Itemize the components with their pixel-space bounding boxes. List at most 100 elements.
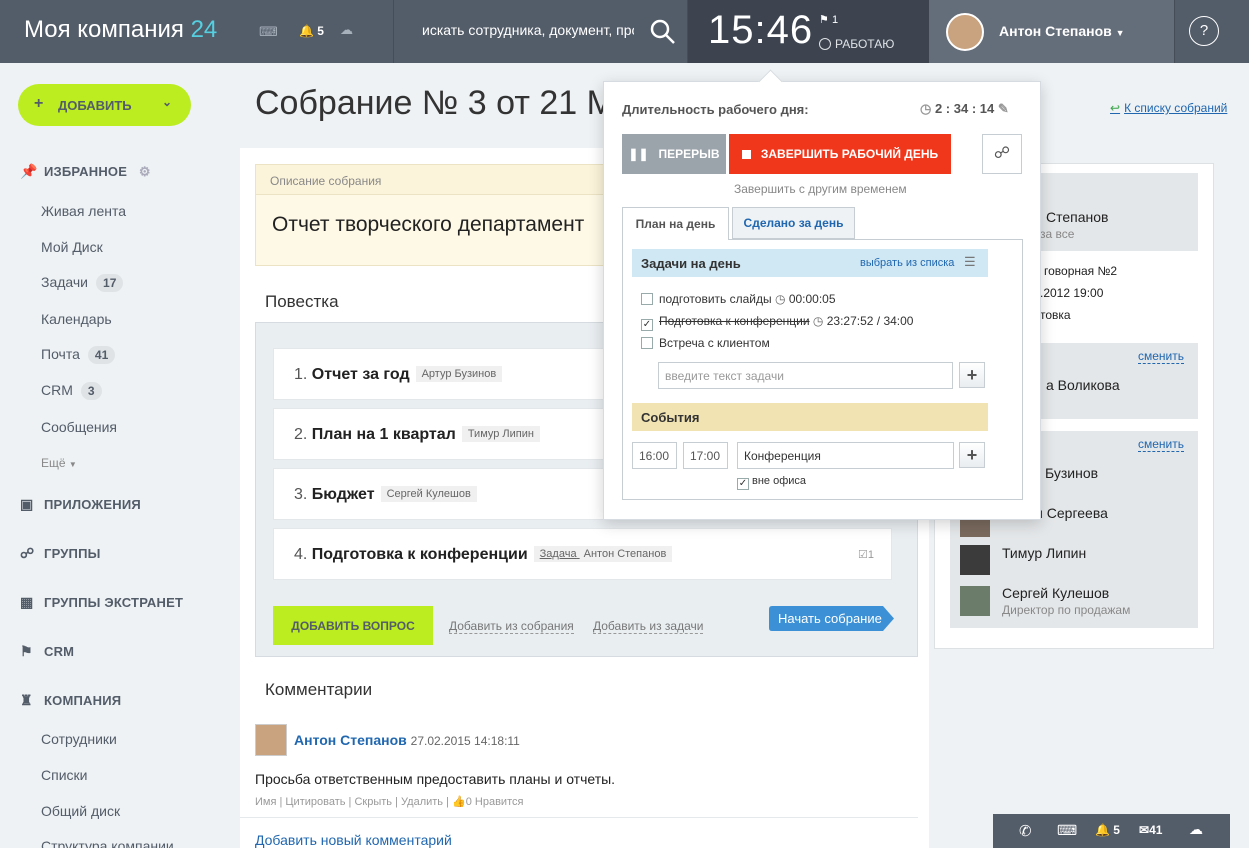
share-button[interactable]: ☍	[982, 134, 1022, 174]
notifications-button[interactable]: 🔔 5	[299, 24, 324, 38]
company-logo[interactable]: Моя компания 24	[24, 16, 217, 44]
cloud-icon[interactable]: ☁	[1189, 821, 1203, 838]
task-item[interactable]: Встреча с клиентом	[641, 336, 770, 350]
delete-link[interactable]: Удалить	[401, 796, 443, 808]
back-to-list-link[interactable]: ↩ К списку собраний	[1110, 101, 1227, 115]
avatar	[946, 13, 984, 51]
add-question-button[interactable]: ДОБАВИТЬ ВОПРОС	[273, 606, 433, 645]
phone-icon[interactable]: ✆	[1019, 822, 1032, 840]
favorites-label: ИЗБРАННОЕ	[44, 164, 128, 179]
help-button[interactable]: ?	[1174, 0, 1249, 63]
tasks-header: Задачи на день выбрать из списка ☰	[632, 249, 988, 277]
section-label: CRM	[44, 644, 75, 659]
flag-counter: ⚑ 1	[819, 13, 838, 26]
sidebar-item-feed[interactable]: Живая лента	[41, 203, 126, 219]
finish-day-button[interactable]: ЗАВЕРШИТЬ РАБОЧИЙ ДЕНЬ	[729, 134, 951, 174]
quote-link[interactable]: Цитировать	[285, 796, 345, 808]
time-manager[interactable]: 15:46 ⚑ 1 РАБОТАЮ	[688, 0, 929, 63]
meeting-place: говорная №2	[1044, 264, 1118, 278]
add-task-button[interactable]: +	[959, 362, 985, 388]
sidebar-item-lists[interactable]: Списки	[41, 767, 87, 783]
responsible-tag: Сергей Кулешов	[380, 486, 477, 502]
tab-done[interactable]: Сделано за день	[732, 207, 855, 239]
search-input[interactable]: искать сотрудника, документ, прочее...	[422, 22, 634, 38]
description-text: Отчет творческого департамент	[272, 213, 585, 236]
out-of-office-checkbox[interactable]: ✓	[737, 478, 749, 490]
event-name-input[interactable]: Конференция	[737, 442, 954, 469]
pencil-icon[interactable]: ✎	[998, 101, 1009, 116]
member-name[interactable]: Сергей Кулешов	[1002, 585, 1109, 601]
section-company[interactable]: ♜ КОМПАНИЯ	[20, 692, 121, 709]
user-menu[interactable]: Антон Степанов ▼	[929, 0, 1174, 63]
agenda-item[interactable]: 4. Подготовка к конференции Задача Антон …	[273, 528, 892, 580]
sidebar-item-label: Списки	[41, 767, 88, 783]
divider	[240, 817, 918, 818]
sidebar-item-disk[interactable]: Мой Диск	[41, 239, 103, 255]
plus-icon: +	[34, 95, 44, 112]
add-from-task-link[interactable]: Добавить из задачи	[593, 619, 704, 634]
section-crm[interactable]: ⚑ CRM	[20, 643, 74, 660]
chat-icon[interactable]: ⌨	[1057, 822, 1077, 839]
task-link[interactable]: Задача	[540, 548, 577, 560]
task-checkbox[interactable]	[641, 293, 653, 305]
member-name[interactable]: Бузинов	[1045, 465, 1098, 481]
favorites-section[interactable]: 📌 ИЗБРАННОЕ ⚙	[20, 163, 151, 180]
sidebar-item-structure[interactable]: Структура компании	[41, 838, 174, 848]
event-end-input[interactable]: 17:00	[683, 442, 728, 469]
event-start-input[interactable]: 16:00	[632, 442, 677, 469]
sidebar-item-calendar[interactable]: Календарь	[41, 311, 112, 327]
tab-plan[interactable]: План на день	[622, 207, 729, 240]
gear-icon[interactable]: ⚙	[139, 164, 151, 179]
stop-icon	[741, 149, 751, 159]
add-from-meeting-link[interactable]: Добавить из собрания	[449, 619, 574, 634]
sidebar-item-tasks[interactable]: Задачи 17	[41, 274, 124, 292]
start-meeting-label: Начать собрание	[778, 611, 882, 626]
stop-icon	[819, 38, 831, 50]
sidebar-item-crm[interactable]: CRM 3	[41, 382, 102, 400]
finish-other-link[interactable]: Завершить с другим временем	[734, 182, 907, 196]
task-item[interactable]: подготовить слайды ◷ 00:00:05	[641, 292, 836, 306]
cloud-icon[interactable]: ☁	[340, 22, 353, 38]
change-secretary-link[interactable]: сменить	[1138, 349, 1185, 364]
choose-from-list-link[interactable]: выбрать из списка	[860, 257, 954, 269]
member-position: Директор по продажам	[1002, 603, 1131, 617]
sidebar-item-employees[interactable]: Сотрудники	[41, 731, 117, 747]
section-apps[interactable]: ▣ ПРИЛОЖЕНИЯ	[20, 496, 141, 513]
menu-icon[interactable]: ☰	[964, 254, 976, 270]
mail-button[interactable]: ✉41	[1139, 823, 1162, 837]
section-extranet[interactable]: ▦ ГРУППЫ ЭКСТРАНЕТ	[20, 594, 183, 611]
member-name[interactable]: Тимур Липин	[1002, 545, 1086, 561]
sidebar-more[interactable]: Ещё ▼	[41, 456, 77, 470]
out-of-office-option[interactable]: ✓ вне офиса	[737, 475, 806, 490]
hide-link[interactable]: Скрыть	[354, 796, 392, 808]
new-task-input[interactable]: введите текст задачи	[658, 362, 953, 389]
search-icon[interactable]	[650, 19, 676, 45]
comment-date: 27.02.2015 14:18:11	[410, 734, 520, 748]
notifications-button[interactable]: 🔔 5	[1095, 823, 1120, 837]
search-box[interactable]: искать сотрудника, документ, прочее...	[393, 0, 688, 63]
bell-icon: 🔔	[1095, 823, 1110, 837]
chat-icon[interactable]: ⌨	[259, 24, 278, 40]
pause-button[interactable]: ❚❚ ПЕРЕРЫВ	[622, 134, 726, 174]
task-checkbox[interactable]	[641, 337, 653, 349]
like-button[interactable]: 👍0 Нравится	[452, 796, 523, 808]
checkbox-icon: ☑	[858, 549, 868, 561]
user-name: Антон Степанов	[999, 23, 1112, 39]
sidebar-item-mail[interactable]: Почта 41	[41, 346, 116, 364]
add-button[interactable]: + ДОБАВИТЬ ⌄	[18, 84, 191, 126]
sidebar-item-shared-disk[interactable]: Общий диск	[41, 803, 120, 819]
change-members-link[interactable]: сменить	[1138, 437, 1185, 452]
sidebar-item-messages[interactable]: Сообщения	[41, 419, 117, 435]
clock-icon: ◷	[812, 314, 824, 328]
task-checkbox[interactable]: ✓	[641, 319, 653, 331]
task-item[interactable]: ✓ Подготовка к конференции ◷ 23:27:52 / 3…	[641, 314, 913, 331]
add-comment-link[interactable]: Добавить новый комментарий	[255, 832, 452, 848]
flag-count: 1	[831, 14, 839, 26]
start-meeting-button[interactable]: Начать собрание	[769, 606, 895, 631]
reply-name-link[interactable]: Имя	[255, 796, 276, 808]
responsible-tag: Антон Степанов	[583, 548, 667, 560]
section-groups[interactable]: ☍ ГРУППЫ	[20, 545, 101, 562]
add-event-button[interactable]: +	[959, 442, 985, 468]
sidebar-item-label: Общий диск	[41, 803, 121, 819]
comment-author-link[interactable]: Антон Степанов	[294, 732, 407, 748]
